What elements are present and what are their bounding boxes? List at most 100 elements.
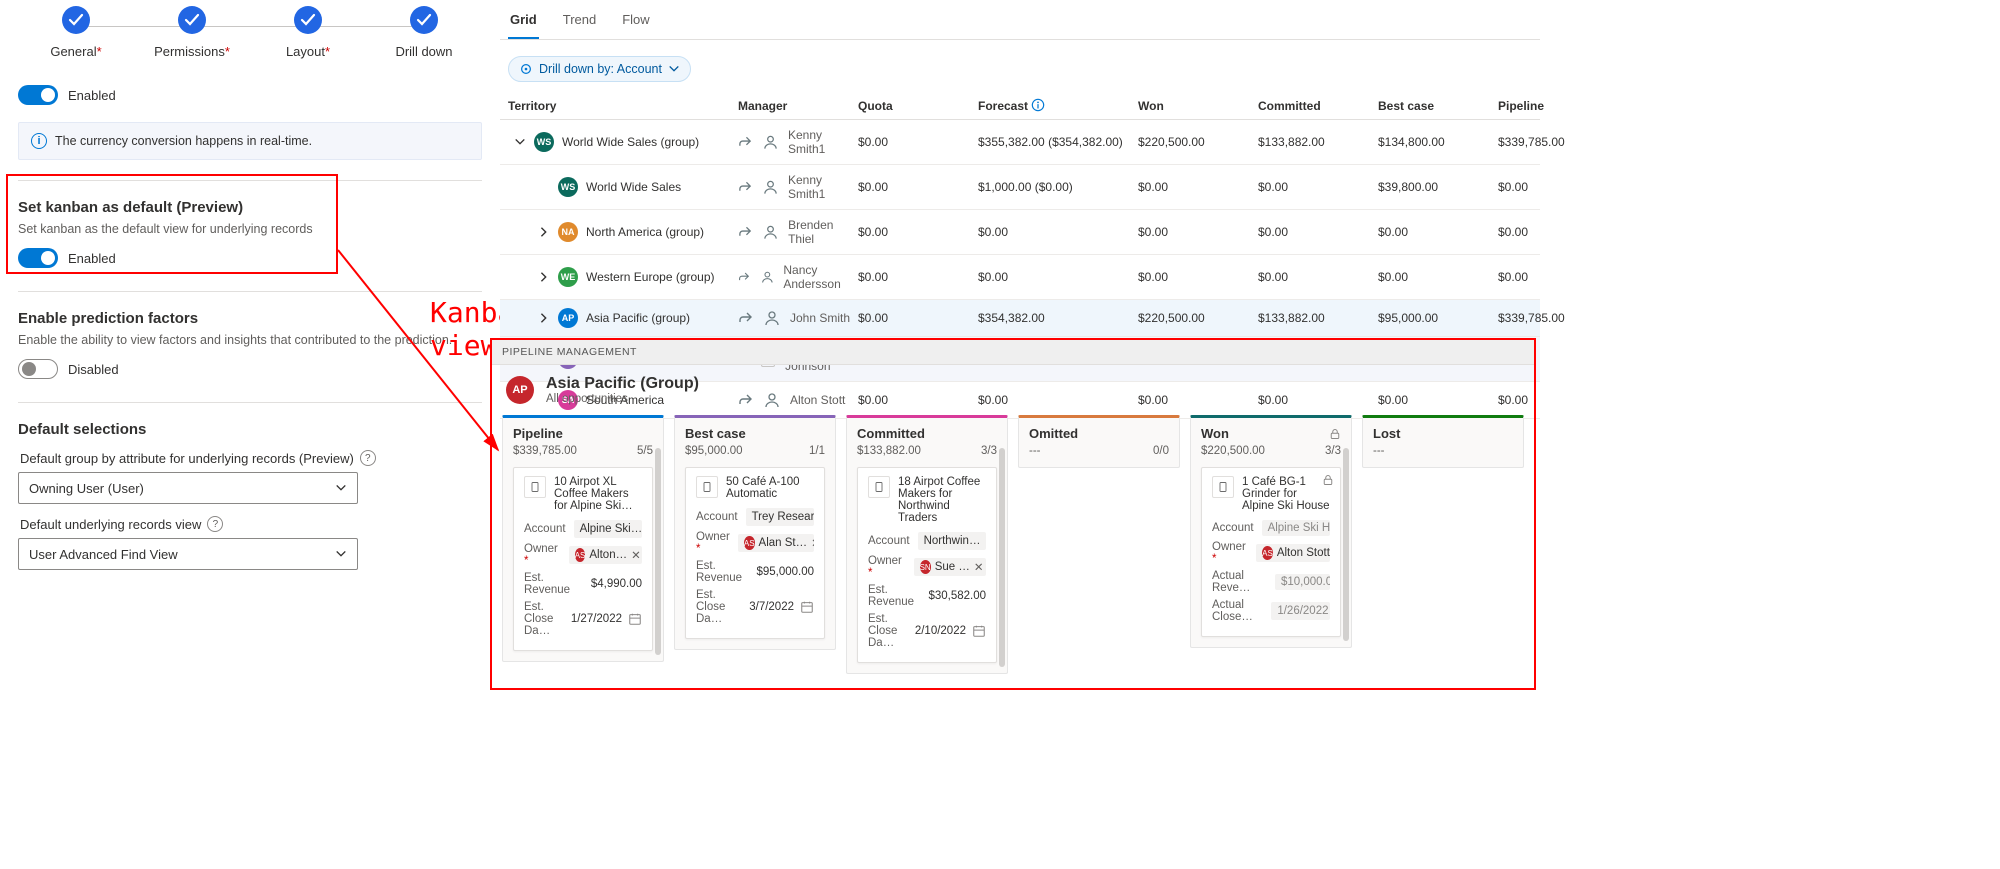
- account-label: Account: [524, 523, 566, 535]
- groupby-label: Default group by attribute for underlyin…: [20, 450, 482, 466]
- bestcase-cell: $39,800.00: [1378, 180, 1498, 194]
- lane-count: 3/3: [1325, 445, 1341, 457]
- chevron-down-icon[interactable]: [514, 136, 526, 148]
- share-icon[interactable]: [738, 310, 754, 326]
- person-icon[interactable]: [763, 224, 778, 240]
- bestcase-cell: $0.00: [1378, 270, 1498, 284]
- chevron-right-icon[interactable]: [538, 312, 550, 324]
- account-chip[interactable]: Northwin…✕: [918, 532, 986, 550]
- groupby-select[interactable]: Owning User (User): [18, 472, 358, 504]
- account-chip[interactable]: Trey Research…✕: [746, 508, 814, 526]
- lane-scrollbar[interactable]: [655, 448, 661, 655]
- revenue-value: $30,582.00: [928, 590, 986, 602]
- calendar-icon[interactable]: [628, 612, 642, 626]
- step-circle[interactable]: [178, 6, 206, 34]
- prediction-toggle[interactable]: Disabled: [18, 359, 119, 379]
- person-icon[interactable]: [763, 134, 778, 150]
- col-header[interactable]: Territory: [508, 99, 738, 113]
- grid-row[interactable]: WS World Wide Sales (group) Kenny Smith1…: [500, 120, 1540, 165]
- currency-toggle[interactable]: Enabled: [18, 85, 116, 105]
- recordsview-label: Default underlying records view ?: [20, 516, 482, 532]
- kanban-lane: Pipeline $339,785.00 5/5 10 Airpot XL Co…: [502, 415, 664, 662]
- date-label: Est. Close Da…: [868, 613, 907, 649]
- step-circle[interactable]: [62, 6, 90, 34]
- kanban-card[interactable]: 50 Café A-100 Automatic AccountTrey Rese…: [685, 467, 825, 639]
- quota-cell: $0.00: [858, 311, 978, 325]
- chevron-down-icon: [335, 548, 347, 560]
- manager-name: John Smith: [790, 311, 850, 325]
- kanban-lane: Won $220,500.00 3/3 1 Café BG-1 Grinder …: [1190, 415, 1352, 648]
- person-icon[interactable]: [761, 269, 774, 285]
- lane-scrollbar[interactable]: [1343, 448, 1349, 641]
- chip-remove-icon[interactable]: ✕: [631, 548, 641, 562]
- chevron-down-icon: [335, 482, 347, 494]
- chip-remove-icon[interactable]: ✕: [811, 536, 814, 550]
- territory-badge: NA: [558, 222, 578, 242]
- owner-chip[interactable]: SNSue …✕: [914, 558, 986, 576]
- chevron-right-icon[interactable]: [538, 271, 550, 283]
- currency-info-text: The currency conversion happens in real-…: [55, 134, 312, 148]
- grid-row[interactable]: WS World Wide Sales Kenny Smith1 $0.00 $…: [500, 165, 1540, 210]
- lane-amount: ---: [1029, 445, 1041, 457]
- col-header[interactable]: Committed: [1258, 99, 1378, 113]
- grid-row[interactable]: WE Western Europe (group) Nancy Andersso…: [500, 255, 1540, 300]
- forecast-cell: $1,000.00 ($0.00): [978, 180, 1138, 194]
- kanban-card[interactable]: 1 Café BG-1 Grinder for Alpine Ski House…: [1201, 467, 1341, 637]
- recordsview-select[interactable]: User Advanced Find View: [18, 538, 358, 570]
- territory-badge: WS: [534, 132, 554, 152]
- col-header[interactable]: Manager: [738, 99, 858, 113]
- share-icon[interactable]: [738, 134, 753, 150]
- owner-chip[interactable]: ASAlan St…✕: [738, 534, 814, 552]
- manager-name: Brenden Thiel: [788, 218, 858, 246]
- share-icon[interactable]: [738, 269, 751, 285]
- lane-count: 1/1: [809, 445, 825, 457]
- owner-chip[interactable]: ASAlton…✕: [569, 546, 642, 564]
- share-icon[interactable]: [738, 179, 753, 195]
- tab-grid[interactable]: Grid: [508, 6, 539, 39]
- person-icon[interactable]: [763, 179, 778, 195]
- bestcase-cell: $134,800.00: [1378, 135, 1498, 149]
- chevron-right-icon[interactable]: [538, 226, 550, 238]
- calendar-icon[interactable]: [972, 624, 986, 638]
- step-circle[interactable]: [410, 6, 438, 34]
- share-icon[interactable]: [738, 224, 753, 240]
- person-icon[interactable]: [764, 310, 780, 326]
- lane-scrollbar[interactable]: [999, 448, 1005, 667]
- tab-trend[interactable]: Trend: [561, 6, 598, 39]
- help-icon[interactable]: ?: [207, 516, 223, 532]
- col-header[interactable]: Quota: [858, 99, 978, 113]
- kanban-card[interactable]: 10 Airpot XL Coffee Makers for Alpine Sk…: [513, 467, 653, 651]
- col-header[interactable]: Pipeline: [1498, 99, 1618, 113]
- col-header[interactable]: Won: [1138, 99, 1258, 113]
- account-chip[interactable]: Alpine Ski…✕: [574, 520, 642, 538]
- forecast-cell: $0.00: [978, 270, 1138, 284]
- highlight-box-setting: [6, 174, 338, 274]
- owner-label: Owner: [868, 555, 906, 579]
- grid-row[interactable]: NA North America (group) Brenden Thiel $…: [500, 210, 1540, 255]
- pipeline-cell: $0.00: [1498, 270, 1618, 284]
- card-type-icon: [696, 476, 718, 498]
- bestcase-cell: $0.00: [1378, 225, 1498, 239]
- chip-remove-icon[interactable]: ✕: [984, 534, 986, 548]
- forecast-cell: $355,382.00 ($354,382.00): [978, 135, 1138, 149]
- drilldown-pill[interactable]: Drill down by: Account: [508, 56, 691, 82]
- step-circle[interactable]: [294, 6, 322, 34]
- info-icon[interactable]: [1031, 98, 1045, 112]
- help-icon[interactable]: ?: [360, 450, 376, 466]
- card-type-icon: [1212, 476, 1234, 498]
- col-header[interactable]: Forecast: [978, 98, 1138, 113]
- chip-remove-icon[interactable]: ✕: [974, 560, 984, 574]
- pipeline-cell: $339,785.00: [1498, 135, 1618, 149]
- owner-label: Owner: [1212, 541, 1248, 565]
- grid-row[interactable]: AP Asia Pacific (group) John Smith $0.00…: [500, 300, 1540, 337]
- kanban-lane: Committed $133,882.00 3/3 18 Airpot Coff…: [846, 415, 1008, 674]
- kanban-card[interactable]: 18 Airpot Coffee Makers for Northwind Tr…: [857, 467, 997, 663]
- group-name: Asia Pacific (Group): [546, 375, 699, 393]
- calendar-icon[interactable]: [800, 600, 814, 614]
- col-header[interactable]: Best case: [1378, 99, 1498, 113]
- tab-flow[interactable]: Flow: [620, 6, 651, 39]
- committed-cell: $133,882.00: [1258, 311, 1378, 325]
- prediction-toggle-label: Disabled: [68, 362, 119, 377]
- won-cell: $0.00: [1138, 225, 1258, 239]
- revenue-label: Est. Revenue: [868, 584, 920, 608]
